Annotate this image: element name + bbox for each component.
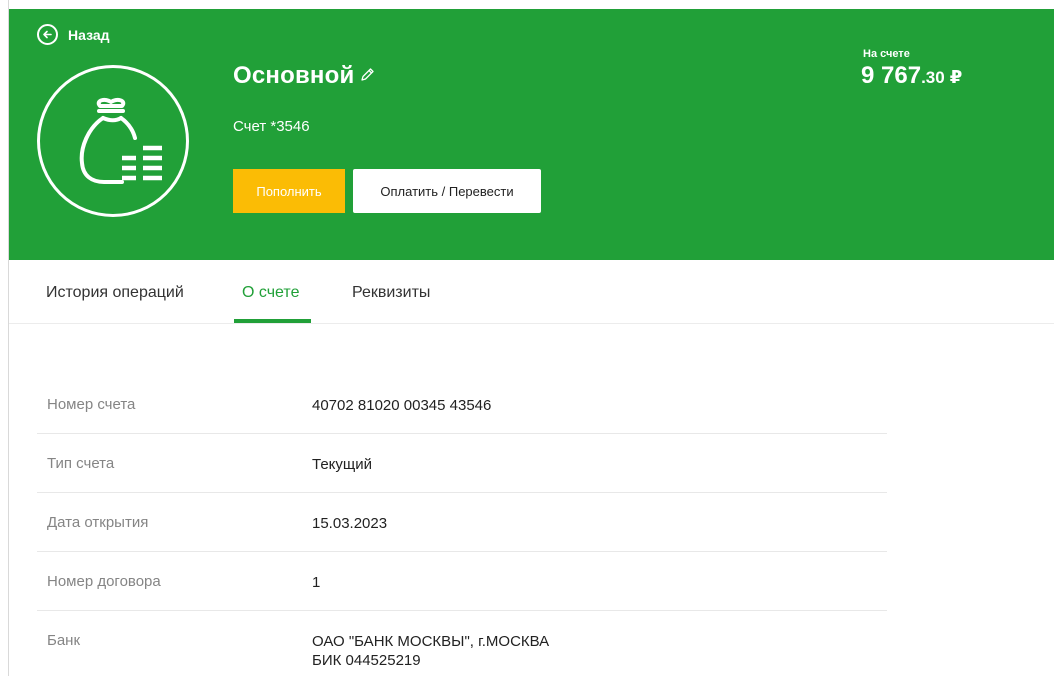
- topup-button[interactable]: Пополнить: [233, 169, 345, 213]
- back-label: Назад: [68, 26, 110, 43]
- pencil-icon[interactable]: [360, 67, 375, 87]
- account-header: Назад Основной Счет *3546 Пополнить Опла…: [9, 9, 1054, 260]
- balance-label: На счете: [863, 48, 910, 60]
- detail-value: Текущий: [312, 456, 372, 473]
- tab-history[interactable]: История операций: [46, 284, 184, 302]
- detail-label: Номер счета: [47, 396, 136, 413]
- account-details: Номер счета 40702 81020 00345 43546 Тип …: [37, 376, 887, 676]
- page-left-border: [0, 0, 9, 676]
- active-tab-indicator: [234, 319, 311, 323]
- account-title: Основной: [233, 62, 355, 89]
- account-number-short: Счет *3546: [233, 118, 310, 135]
- account-title-row: Основной: [233, 62, 375, 90]
- detail-value: 15.03.2023: [312, 515, 388, 532]
- detail-value: 40702 81020 00345 43546: [312, 397, 492, 414]
- detail-value: 1: [312, 574, 321, 591]
- detail-row-account-number: Номер счета 40702 81020 00345 43546: [37, 376, 887, 434]
- currency-sign: ₽: [949, 67, 963, 87]
- detail-value: ОАО "БАНК МОСКВЫ", г.МОСКВА: [312, 633, 550, 650]
- detail-label: Банк: [47, 632, 81, 649]
- detail-label: Дата открытия: [47, 514, 149, 531]
- tab-requisites[interactable]: Реквизиты: [352, 284, 430, 302]
- detail-row-bank: Банк ОАО "БАНК МОСКВЫ", г.МОСКВА БИК 044…: [37, 611, 887, 676]
- balance-amount: 9 767 .30 ₽: [861, 62, 962, 90]
- detail-row-account-type: Тип счета Текущий: [37, 434, 887, 493]
- detail-label: Тип счета: [47, 455, 115, 472]
- detail-row-open-date: Дата открытия 15.03.2023: [37, 493, 887, 552]
- detail-label: Номер договора: [47, 573, 161, 590]
- detail-row-contract-number: Номер договора 1: [37, 552, 887, 611]
- tab-bar: История операций О счете Реквизиты: [9, 260, 1054, 324]
- pay-transfer-button[interactable]: Оплатить / Перевести: [353, 169, 541, 213]
- balance-fraction: .30: [921, 68, 945, 87]
- tab-about-account[interactable]: О счете: [242, 284, 299, 302]
- back-button[interactable]: Назад: [37, 24, 110, 45]
- balance-integer: 9 767: [861, 62, 922, 89]
- money-bag-coins-icon: [79, 97, 162, 184]
- arrow-left-circle-icon: [37, 24, 58, 45]
- account-logo: [37, 65, 189, 217]
- detail-value-bik: БИК 044525219: [312, 652, 421, 669]
